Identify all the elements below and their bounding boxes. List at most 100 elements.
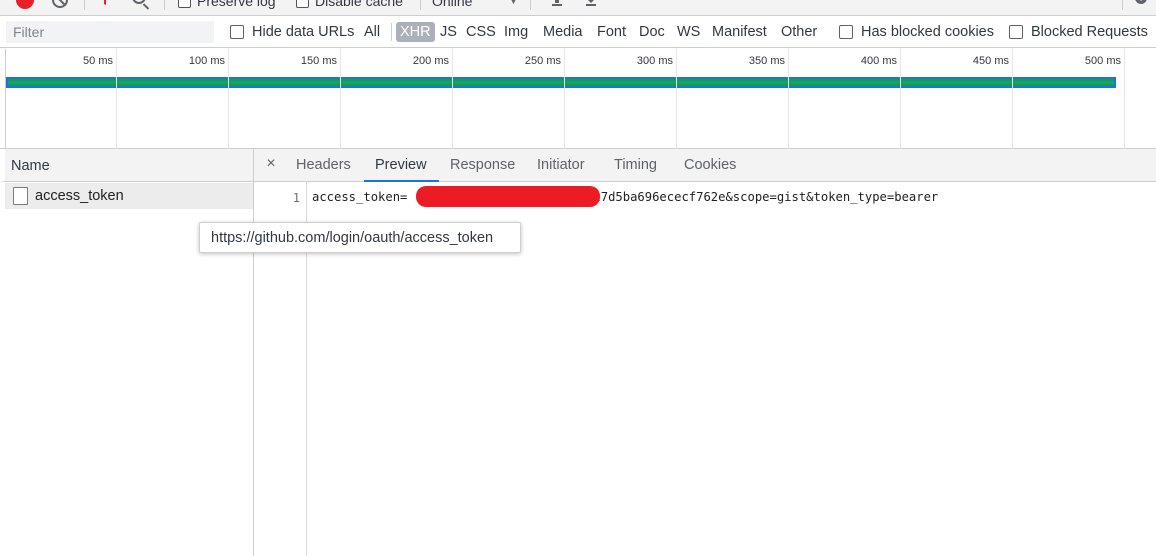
type-filter-label: Manifest: [712, 24, 767, 40]
timeline-gridline: [116, 49, 117, 149]
type-filter-label: Media: [543, 24, 583, 40]
timeline-tick-label: 500 ms: [1084, 55, 1121, 67]
blocked-requests-toggle[interactable]: Blocked Requests: [1009, 21, 1148, 43]
line-number: 1: [292, 191, 300, 205]
url-tooltip: https://github.com/login/oauth/access_to…: [199, 222, 521, 253]
toolbar-divider: [420, 0, 421, 10]
document-icon: [13, 187, 28, 205]
search-icon[interactable]: [132, 0, 146, 4]
type-filter-label: WS: [677, 24, 701, 40]
filter-funnel-icon[interactable]: [98, 0, 112, 6]
timeline-gridline: [1012, 49, 1013, 149]
type-filter-other[interactable]: Other: [778, 21, 820, 43]
has-blocked-cookies-toggle[interactable]: Has blocked cookies: [839, 21, 994, 43]
preserve-log-toggle[interactable]: Preserve log: [178, 0, 276, 12]
overview-left-edge: [5, 49, 6, 149]
type-filter-label: CSS: [466, 24, 496, 40]
type-filter-all[interactable]: All: [361, 21, 383, 43]
type-filter-font[interactable]: Font: [594, 21, 629, 43]
request-list-panel: Name access_token: [0, 149, 254, 556]
blocked-requests-label: Blocked Requests: [1031, 24, 1148, 40]
type-filter-label: Font: [597, 24, 627, 40]
tab-cookies[interactable]: Cookies: [684, 149, 736, 182]
type-filter-manifest[interactable]: Manifest: [709, 21, 770, 43]
throttling-value: Online: [432, 0, 473, 9]
request-name: access_token: [35, 188, 124, 204]
tab-headers[interactable]: Headers: [296, 149, 351, 182]
export-har-icon[interactable]: [584, 0, 598, 6]
filter-bar: Hide data URLs All XHR JS CSS Img Media …: [0, 17, 1156, 48]
tab-response[interactable]: Response: [450, 149, 515, 182]
redaction-mark: [416, 186, 600, 207]
request-list-gutter: [0, 183, 5, 556]
type-filter-label: Other: [781, 24, 818, 40]
type-filter-ws[interactable]: WS: [674, 21, 703, 43]
toolbar-divider: [84, 0, 85, 10]
name-column-header[interactable]: Name: [0, 149, 253, 182]
request-waterfall-bar: [6, 77, 1116, 88]
disable-cache-label: Disable cache: [315, 0, 403, 9]
filter-divider: [391, 23, 392, 41]
gear-icon[interactable]: [1132, 0, 1150, 7]
preserve-log-checkbox[interactable]: [178, 0, 191, 8]
request-row[interactable]: access_token: [5, 183, 253, 209]
timeline-gridline: [676, 49, 677, 149]
timeline-tick-label: 200 ms: [412, 55, 449, 67]
timeline-tick-label: 50 ms: [83, 55, 113, 67]
close-icon[interactable]: ×: [264, 155, 278, 173]
disable-cache-toggle[interactable]: Disable cache: [296, 0, 403, 12]
timeline-tick-label: 400 ms: [860, 55, 897, 67]
request-details-panel: × Headers Preview Response Initiator Tim…: [254, 149, 1156, 556]
type-filter-img[interactable]: Img: [501, 21, 531, 43]
timeline-gridline: [788, 49, 789, 149]
details-tabbar: × Headers Preview Response Initiator Tim…: [254, 149, 1156, 182]
chevron-down-icon: ▼: [508, 0, 519, 7]
timeline-tick-label: 450 ms: [972, 55, 1009, 67]
toolbar-divider: [164, 0, 165, 10]
hide-data-urls-label: Hide data URLs: [252, 24, 355, 40]
tab-preview[interactable]: Preview: [364, 149, 439, 182]
preview-suffix: 27d5ba696ececf762e&scope=gist&token_type…: [593, 190, 939, 204]
import-har-icon[interactable]: [550, 0, 564, 6]
type-filter-label: Doc: [639, 24, 665, 40]
preserve-log-label: Preserve log: [197, 0, 276, 9]
toolbar-divider: [530, 0, 531, 10]
type-filter-xhr[interactable]: XHR: [396, 21, 435, 43]
timeline-tick-label: 250 ms: [524, 55, 561, 67]
disable-cache-checkbox[interactable]: [296, 0, 309, 8]
type-filter-media[interactable]: Media: [540, 21, 586, 43]
tab-initiator[interactable]: Initiator: [537, 149, 585, 182]
type-filter-label: XHR: [396, 22, 435, 42]
type-filter-label: Img: [504, 24, 529, 40]
hide-data-urls-checkbox[interactable]: [230, 25, 244, 39]
toolbar-divider: [1122, 0, 1123, 10]
timeline-gridline: [1124, 49, 1125, 149]
timeline-tick-label: 150 ms: [300, 55, 337, 67]
type-filter-label: All: [364, 24, 381, 40]
waterfall-bar-highlight: [8, 81, 1114, 84]
type-filter-label: JS: [440, 24, 457, 40]
timeline-gridline: [900, 49, 901, 149]
clear-icon[interactable]: [52, 0, 68, 8]
preview-prefix: access_token=: [312, 190, 408, 204]
has-blocked-cookies-checkbox[interactable]: [839, 25, 853, 39]
timeline-tick-label: 350 ms: [748, 55, 785, 67]
timeline-gridline: [228, 49, 229, 149]
filter-input[interactable]: [6, 21, 214, 43]
type-filter-css[interactable]: CSS: [463, 21, 499, 43]
network-toolbar: Preserve log Disable cache Online ▼: [0, 0, 1156, 16]
timeline-overview[interactable]: 50 ms 100 ms 150 ms 200 ms 250 ms 300 ms 350 m…: [0, 49, 1156, 149]
record-icon[interactable]: [16, 0, 34, 9]
tab-timing[interactable]: Timing: [614, 149, 657, 182]
timeline-tick-label: 100 ms: [188, 55, 225, 67]
blocked-requests-checkbox[interactable]: [1009, 25, 1023, 39]
type-filter-doc[interactable]: Doc: [636, 21, 668, 43]
type-filter-js[interactable]: JS: [437, 21, 460, 43]
timeline-gridline: [340, 49, 341, 149]
throttling-select[interactable]: Online ▼: [432, 0, 518, 12]
timeline-gridline: [564, 49, 565, 149]
preview-code-line[interactable]: access_token= 27d5ba696ececf762e&scope=gi…: [312, 190, 938, 204]
timeline-tick-label: 300 ms: [636, 55, 673, 67]
name-column-label: Name: [11, 158, 50, 174]
hide-data-urls-toggle[interactable]: Hide data URLs: [230, 21, 354, 43]
